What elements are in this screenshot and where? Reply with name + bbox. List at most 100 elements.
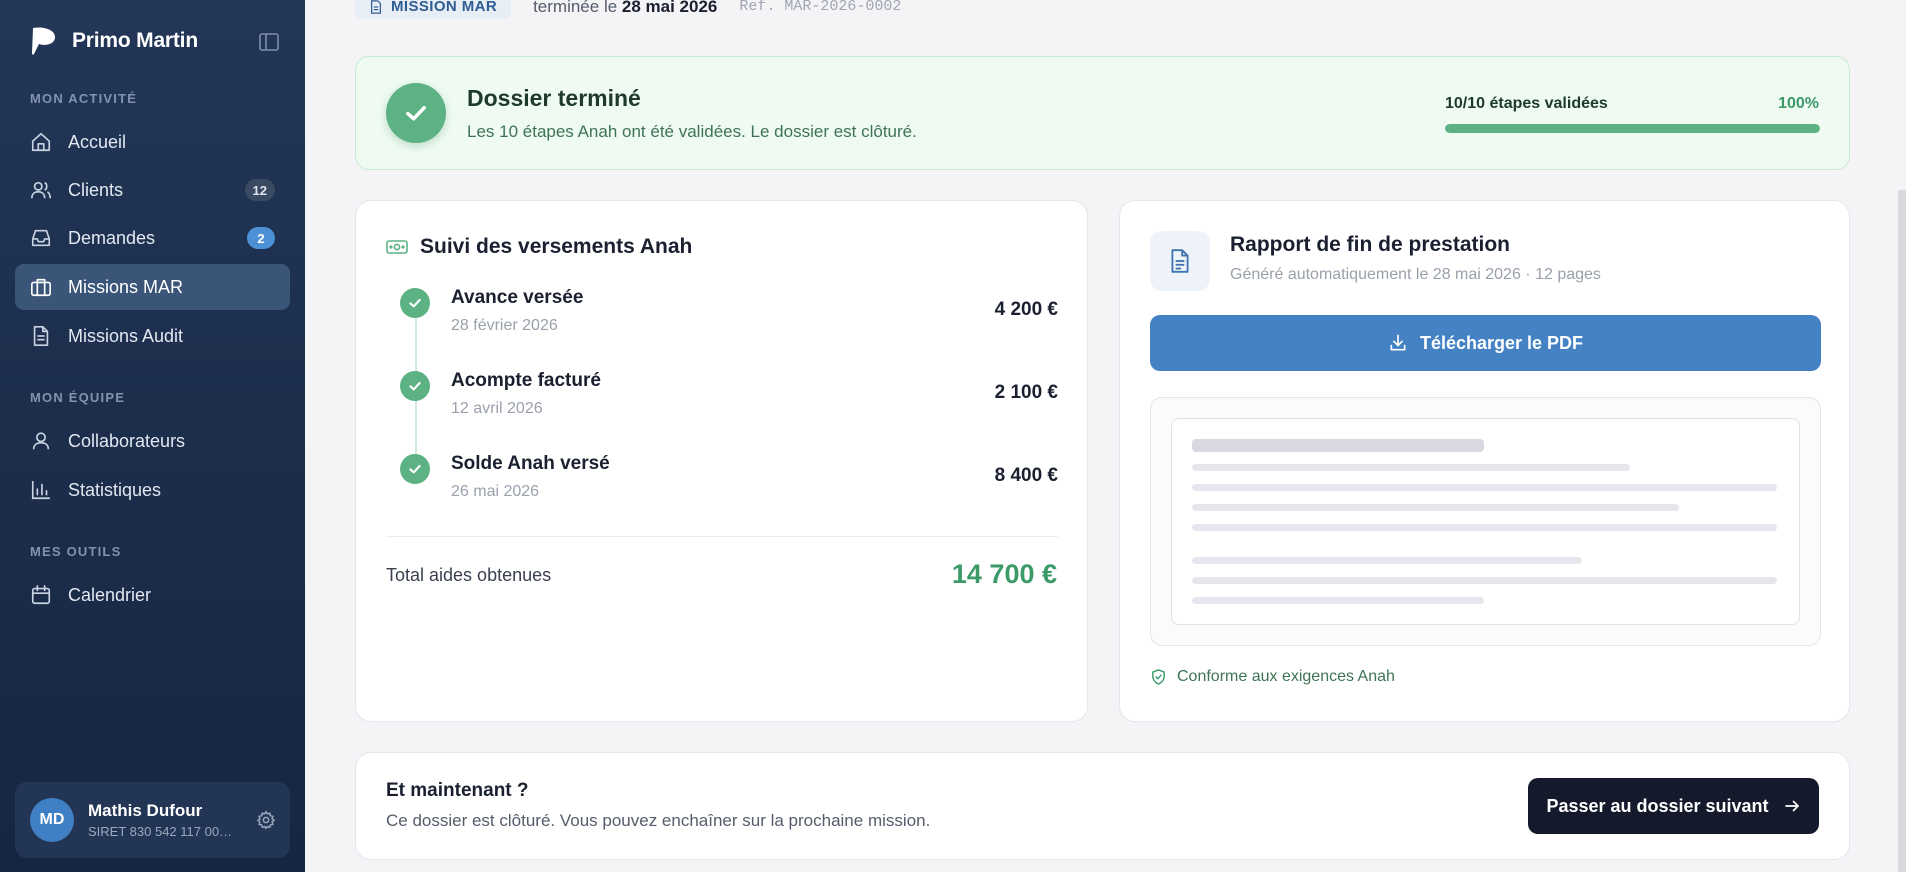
next-step-card: Et maintenant ? Ce dossier est clôturé. … bbox=[355, 752, 1850, 860]
user-icon bbox=[32, 432, 50, 450]
status-prefix: terminée le bbox=[533, 0, 622, 16]
avatar: MD bbox=[30, 798, 74, 842]
section-label-tools: MES OUTILS bbox=[30, 544, 122, 559]
sidebar-item-label: Clients bbox=[68, 179, 124, 200]
report-title: Rapport de fin de prestation bbox=[1230, 233, 1511, 256]
sidebar-item-missions-mar[interactable]: Missions MAR bbox=[15, 264, 290, 310]
user-siret: SIRET 830 542 117 00… bbox=[88, 824, 233, 839]
payment-row: Acompte facturé 12 avril 2026 2 100 € bbox=[386, 364, 1058, 424]
payment-date: 12 avril 2026 bbox=[451, 400, 543, 417]
brand-name: Primo Martin bbox=[72, 29, 198, 52]
next-dossier-label: Passer au dossier suivant bbox=[1546, 795, 1769, 816]
sidebar-item-label: Missions Audit bbox=[68, 325, 184, 346]
pdf-preview-page bbox=[1171, 418, 1800, 625]
preview-line bbox=[1192, 577, 1777, 584]
conformity-note: Conforme aux exigences Anah bbox=[1150, 668, 1395, 686]
report-subtitle: Généré automatiquement le 28 mai 2026 · … bbox=[1230, 266, 1601, 283]
payment-label: Solde Anah versé bbox=[451, 453, 610, 474]
total-value: 14 700 € bbox=[951, 559, 1057, 589]
preview-line bbox=[1192, 464, 1630, 471]
home-icon bbox=[31, 132, 51, 152]
sidebar-item-label: Collaborateurs bbox=[68, 430, 186, 451]
pdf-preview[interactable] bbox=[1150, 397, 1821, 646]
shield-check-icon bbox=[1152, 669, 1165, 685]
sidebar-item-accueil[interactable]: Accueil bbox=[15, 119, 290, 165]
bar-chart-icon bbox=[31, 480, 51, 500]
clients-count-badge: 12 bbox=[244, 179, 275, 201]
preview-line bbox=[1192, 524, 1777, 531]
completion-banner: Dossier terminé Les 10 étapes Anah ont é… bbox=[355, 56, 1850, 170]
download-pdf-button[interactable]: Télécharger le PDF bbox=[1150, 315, 1821, 371]
sidebar-item-label: Missions MAR bbox=[68, 276, 184, 297]
download-pdf-label: Télécharger le PDF bbox=[1419, 332, 1584, 353]
sidebar-item-collaborateurs[interactable]: Collaborateurs bbox=[15, 418, 290, 464]
mission-header: MISSION MAR terminée le 28 mai 2026 Ref.… bbox=[355, 0, 901, 19]
sidebar-item-missions-audit[interactable]: Missions Audit bbox=[15, 313, 290, 359]
sidebar-item-label: Demandes bbox=[68, 227, 156, 248]
arrow-right-icon bbox=[1784, 800, 1799, 812]
preview-line bbox=[1192, 504, 1679, 511]
payment-date: 28 février 2026 bbox=[451, 317, 558, 334]
progress-percent: 100% bbox=[1778, 95, 1819, 112]
payment-amount: 8 400 € bbox=[994, 465, 1058, 486]
next-step-title: Et maintenant ? bbox=[386, 780, 529, 801]
sidebar-item-demandes[interactable]: Demandes 2 bbox=[15, 215, 290, 261]
preview-line bbox=[1192, 597, 1484, 604]
brand-logo-icon bbox=[32, 27, 56, 55]
section-label-activity: MON ACTIVITÉ bbox=[30, 91, 138, 106]
payments-card: Suivi des versements Anah Avance versée … bbox=[355, 200, 1088, 722]
download-icon bbox=[1390, 334, 1406, 351]
check-icon bbox=[400, 371, 430, 401]
check-icon bbox=[400, 288, 430, 318]
payment-row: Solde Anah versé 26 mai 2026 8 400 € bbox=[386, 447, 1058, 507]
payment-row: Avance versée 28 février 2026 4 200 € bbox=[386, 281, 1058, 341]
calendar-icon bbox=[31, 585, 51, 605]
progress-bar bbox=[1445, 124, 1820, 133]
banner-subtitle: Les 10 étapes Anah ont été validées. Le … bbox=[467, 122, 917, 141]
mission-type-label: MISSION MAR bbox=[391, 0, 498, 15]
payment-date: 26 mai 2026 bbox=[451, 483, 540, 500]
section-label-team: MON ÉQUIPE bbox=[30, 390, 126, 405]
brand[interactable]: Primo Martin bbox=[30, 26, 198, 56]
user-card[interactable]: MD Mathis Dufour SIRET 830 542 117 00… bbox=[15, 782, 290, 858]
banknote-icon bbox=[386, 240, 408, 254]
status-date: 28 mai 2026 bbox=[621, 0, 718, 16]
sidebar: Primo Martin MON ACTIVITÉ Accueil Client… bbox=[0, 0, 305, 872]
file-icon bbox=[371, 0, 381, 14]
progress-label: 10/10 étapes validées bbox=[1445, 95, 1608, 112]
conformity-label: Conforme aux exigences Anah bbox=[1177, 668, 1395, 685]
total-label: Total aides obtenues bbox=[386, 565, 552, 585]
demandes-count-badge: 2 bbox=[247, 227, 275, 249]
file-icon bbox=[33, 326, 49, 346]
check-circle-icon bbox=[386, 83, 446, 143]
main-content: MISSION MAR terminée le 28 mai 2026 Ref.… bbox=[305, 0, 1906, 872]
preview-line bbox=[1192, 439, 1484, 452]
users-icon bbox=[31, 181, 51, 199]
mission-type-tag: MISSION MAR bbox=[355, 0, 512, 19]
sidebar-item-calendrier[interactable]: Calendrier bbox=[15, 572, 290, 618]
payment-amount: 2 100 € bbox=[994, 382, 1058, 403]
sidebar-item-clients[interactable]: Clients 12 bbox=[15, 167, 290, 213]
preview-line bbox=[1192, 484, 1777, 491]
check-icon bbox=[400, 454, 430, 484]
mission-status: terminée le 28 mai 2026 bbox=[533, 0, 717, 17]
inbox-icon bbox=[31, 229, 51, 247]
banner-title: Dossier terminé bbox=[467, 85, 641, 111]
briefcase-icon bbox=[31, 278, 51, 297]
sidebar-item-label: Accueil bbox=[68, 131, 127, 152]
payment-label: Avance versée bbox=[451, 287, 584, 308]
payment-amount: 4 200 € bbox=[994, 299, 1058, 320]
preview-line bbox=[1192, 557, 1582, 564]
mission-ref: Ref. MAR-2026-0002 bbox=[739, 0, 902, 15]
gear-icon[interactable] bbox=[256, 810, 276, 830]
scrollbar[interactable] bbox=[1898, 190, 1906, 872]
sidebar-item-label: Statistiques bbox=[68, 479, 162, 500]
next-step-subtitle: Ce dossier est clôturé. Vous pouvez ench… bbox=[386, 811, 931, 830]
sidebar-item-statistiques[interactable]: Statistiques bbox=[15, 467, 290, 513]
next-dossier-button[interactable]: Passer au dossier suivant bbox=[1528, 778, 1819, 834]
sidebar-toggle-icon[interactable] bbox=[258, 32, 280, 52]
document-icon bbox=[1150, 231, 1210, 291]
divider bbox=[386, 536, 1058, 537]
payment-label: Acompte facturé bbox=[451, 370, 601, 391]
progress-bar-fill bbox=[1445, 124, 1820, 133]
